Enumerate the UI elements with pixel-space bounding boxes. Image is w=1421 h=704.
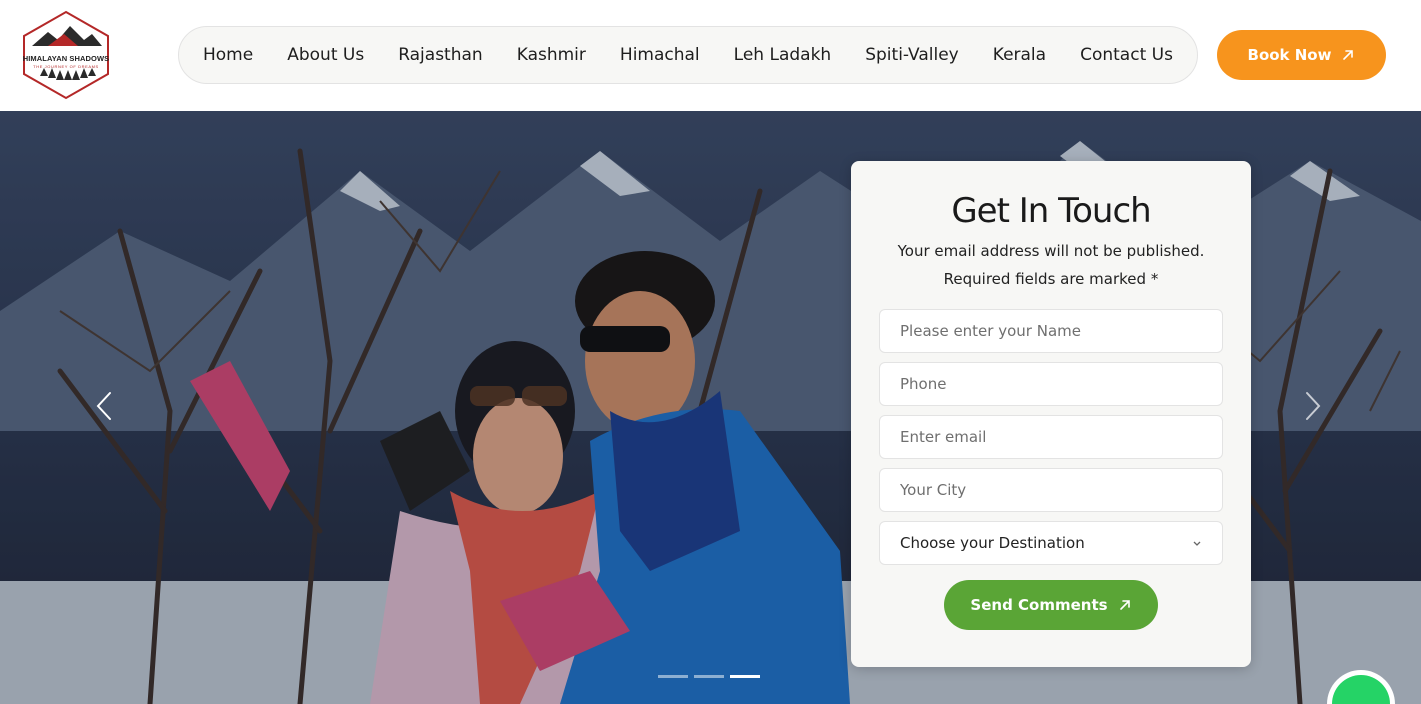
phone-input[interactable] [879, 362, 1223, 406]
nav-item-spiti-valley[interactable]: Spiti-Valley [865, 45, 959, 65]
chevron-left-icon [96, 392, 111, 420]
logo[interactable]: HIMALAYAN SHADOWS THE JOURNEY OF DREAMS [18, 10, 114, 100]
nav-item-himachal[interactable]: Himachal [620, 45, 700, 65]
chevron-down-icon [1193, 541, 1201, 546]
city-input[interactable] [879, 468, 1223, 512]
chevron-right-icon [1306, 392, 1321, 420]
nav-item-rajasthan[interactable]: Rajasthan [398, 45, 483, 65]
slider-dot[interactable] [694, 675, 724, 678]
contact-subtitle: Your email address will not be published… [897, 242, 1205, 260]
email-input[interactable] [879, 415, 1223, 459]
send-comments-label: Send Comments [970, 596, 1108, 614]
contact-card: Get In Touch Your email address will not… [851, 161, 1251, 667]
arrow-up-right-icon [1118, 598, 1132, 612]
slider-next-button[interactable] [1301, 389, 1325, 423]
slider-prev-button[interactable] [92, 389, 116, 423]
arrow-up-right-icon [1341, 48, 1355, 62]
nav-item-kerala[interactable]: Kerala [993, 45, 1046, 65]
destination-selected-value: Choose your Destination [900, 534, 1085, 552]
site-header: HIMALAYAN SHADOWS THE JOURNEY OF DREAMS … [0, 0, 1421, 111]
main-nav: Home About Us Rajasthan Kashmir Himachal… [178, 26, 1198, 84]
logo-tagline: THE JOURNEY OF DREAMS [33, 64, 99, 69]
send-comments-button[interactable]: Send Comments [944, 580, 1158, 630]
slider-dots [658, 675, 760, 678]
nav-item-home[interactable]: Home [203, 45, 253, 65]
nav-item-kashmir[interactable]: Kashmir [517, 45, 586, 65]
name-input[interactable] [879, 309, 1223, 353]
book-now-button[interactable]: Book Now [1217, 30, 1386, 80]
book-now-label: Book Now [1247, 46, 1332, 64]
nav-item-about-us[interactable]: About Us [287, 45, 364, 65]
logo-name: HIMALAYAN SHADOWS [22, 54, 110, 63]
slider-dot[interactable] [658, 675, 688, 678]
whatsapp-icon [1332, 675, 1390, 704]
nav-item-leh-ladakh[interactable]: Leh Ladakh [734, 45, 832, 65]
destination-select[interactable]: Choose your Destination [879, 521, 1223, 565]
nav-item-contact-us[interactable]: Contact Us [1080, 45, 1173, 65]
slider-dot-active[interactable] [730, 675, 760, 678]
contact-required-note: Required fields are marked * [943, 270, 1159, 288]
contact-title: Get In Touch [951, 191, 1151, 231]
